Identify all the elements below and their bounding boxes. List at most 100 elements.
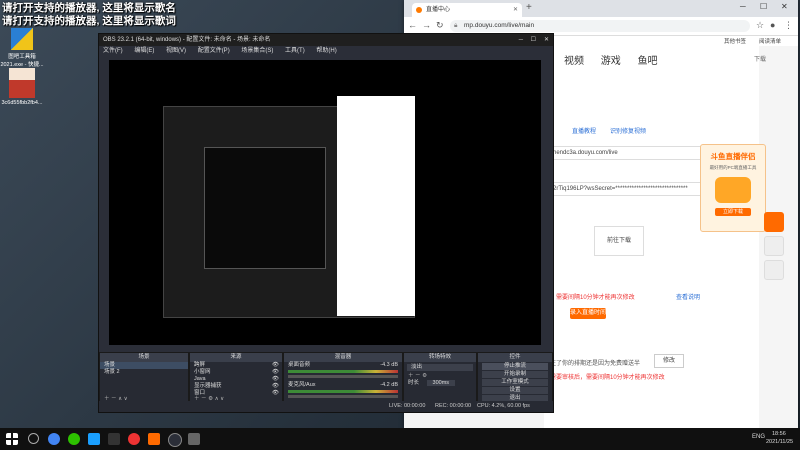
qq-icon[interactable]: [88, 433, 100, 445]
settings-button[interactable]: 设置: [482, 387, 548, 394]
ad-title: 斗鱼直播伴侣: [710, 152, 756, 161]
url-field[interactable]: 🔒︎ mp.douyu.com/live/main: [450, 20, 750, 32]
volume-slider[interactable]: [288, 395, 398, 398]
start-recording-button[interactable]: 开始录制: [482, 371, 548, 378]
douyu-icon[interactable]: [148, 433, 160, 445]
obs-maximize-icon[interactable]: ☐: [531, 34, 536, 46]
obs-menu-file[interactable]: 文件(F): [103, 48, 123, 54]
stream-key-field[interactable]: 2rTiq196LP?wsSecret=********************…: [550, 182, 704, 196]
duration-row: 时长 300ms: [404, 380, 476, 387]
stop-streaming-button[interactable]: 停止推流: [482, 363, 548, 370]
clock-time[interactable]: 18:56: [772, 431, 786, 437]
desktop-icon-label: 图吧工具箱: [8, 54, 36, 60]
close-window-icon[interactable]: ✕: [781, 2, 788, 11]
obs-close-icon[interactable]: ✕: [544, 34, 549, 46]
duration-input[interactable]: 300ms: [426, 380, 456, 386]
obs-menu-edit[interactable]: 编辑(E): [134, 48, 154, 54]
obs-menu-view[interactable]: 视图(V): [166, 48, 186, 54]
source-item[interactable]: Java 👁︎: [190, 376, 282, 383]
mixer-dock: 混音器 桌面音频 -4.3 dB 麦克风/Aux -4.2 dB: [283, 352, 403, 404]
tab-title: 直播中心: [426, 7, 451, 13]
profile-icon[interactable]: ●: [770, 20, 775, 30]
top-nav: 视频 游戏 鱼吧: [564, 52, 658, 67]
source-item[interactable]: 小窗网 👁︎: [190, 369, 282, 376]
close-tab-icon[interactable]: ✕: [513, 3, 518, 17]
app-icon[interactable]: [188, 433, 200, 445]
repair-video-link[interactable]: 识别修复视频: [610, 126, 646, 135]
client-download-button[interactable]: 前往下载: [594, 226, 644, 256]
tutorial-link[interactable]: 直播教程: [572, 126, 596, 135]
obs-menu-profile[interactable]: 配置文件(P): [198, 48, 230, 54]
back-icon[interactable]: ←: [408, 20, 417, 30]
bookmark-reading-list[interactable]: 阅读清单: [759, 37, 781, 45]
remove-icon[interactable]: －: [415, 373, 421, 379]
scene-item[interactable]: 场景: [100, 362, 188, 369]
ad-subtitle: 最好用的PC端直播工具: [709, 165, 757, 170]
obs-preview[interactable]: [109, 60, 541, 345]
source-item[interactable]: 显示器捕获 👁︎: [190, 383, 282, 390]
bookmark-other[interactable]: 其他书签: [724, 37, 746, 45]
minimize-icon[interactable]: ─: [740, 2, 746, 11]
steam-icon[interactable]: [108, 433, 120, 445]
photo-thumbnail-icon: [9, 68, 35, 98]
nav-fishbar[interactable]: 鱼吧: [638, 56, 658, 67]
server-url-field[interactable]: hendc3a.douyu.com/live: [550, 146, 704, 160]
transition-toolbar: ＋ － ⚙: [404, 373, 476, 380]
input-language[interactable]: ENG: [752, 434, 765, 440]
play-side-icon[interactable]: [764, 212, 784, 232]
notice-help-link[interactable]: 查看说明: [676, 292, 700, 301]
download-link[interactable]: 下载: [754, 54, 766, 63]
forward-icon[interactable]: →: [422, 20, 431, 30]
eye-icon[interactable]: 👁︎: [272, 369, 279, 376]
obs-menu-help[interactable]: 帮助(H): [316, 48, 336, 54]
nav-video[interactable]: 视频: [564, 56, 584, 67]
nav-games[interactable]: 游戏: [601, 56, 621, 67]
taskbar: ENG 18:56 2021/11/25: [0, 428, 800, 450]
app-side-icon[interactable]: [764, 260, 784, 280]
eye-icon[interactable]: 👁︎: [272, 390, 279, 397]
eye-icon[interactable]: 👁︎: [272, 383, 279, 390]
modify-button[interactable]: 修改: [654, 354, 684, 368]
netease-music-icon[interactable]: [128, 433, 140, 445]
maximize-icon[interactable]: ☐: [760, 2, 767, 11]
add-icon[interactable]: ＋: [408, 373, 414, 379]
desktop-icon-photo[interactable]: 3c6d55fbb2fb4...: [0, 68, 44, 106]
reload-icon[interactable]: ↻: [436, 20, 444, 31]
lock-icon: 🔒︎: [454, 22, 458, 29]
obs-minimize-icon[interactable]: ─: [519, 34, 523, 46]
source-item[interactable]: 跨屏 👁︎: [190, 362, 282, 369]
browser-tab[interactable]: 直播中心 ✕: [412, 3, 522, 17]
clock-date[interactable]: 2021/11/25: [766, 439, 793, 445]
obs-window: OBS 23.2.1 (64-bit, windows) - 配置文件: 未命名…: [98, 33, 554, 413]
eye-icon[interactable]: 👁︎: [272, 362, 279, 369]
ad-download-button[interactable]: 立即下载: [715, 208, 751, 216]
obs-icon[interactable]: [168, 433, 182, 447]
new-tab-icon[interactable]: +: [526, 2, 532, 13]
obs-titlebar: OBS 23.2.1 (64-bit, windows) - 配置文件: 未命名…: [99, 34, 553, 46]
toolbox-icon: [11, 28, 33, 50]
obs-menu-scene-collection[interactable]: 场景集合(S): [241, 48, 273, 54]
star-icon[interactable]: ☆: [756, 20, 764, 31]
studio-mode-button[interactable]: 工作室模式: [482, 379, 548, 386]
desktop-icon-label: 3c6d55fbb2fb4...: [1, 100, 43, 106]
chrome-icon[interactable]: [48, 433, 60, 445]
transition-select[interactable]: 淡出: [407, 364, 473, 371]
eye-icon[interactable]: 👁︎: [272, 376, 279, 383]
menu-icon[interactable]: ⋮: [784, 20, 793, 31]
record-time-button[interactable]: 录入直播时间: [570, 308, 606, 319]
windows-start-icon[interactable]: [6, 433, 18, 445]
sources-dock: 来源 跨屏 👁︎ 小窗网 👁︎ Java 👁︎ 显示器捕获 👁︎ 窗口 👁︎ ＋ － ⚙ …: [189, 352, 283, 404]
transitions-header: 转场特效: [404, 353, 476, 362]
live-companion-ad[interactable]: 斗鱼直播伴侣 最好用的PC端直播工具 立即下载: [700, 144, 766, 232]
desktop-icon-toolbox[interactable]: 图吧工具箱 2021.exe - 快捷...: [0, 28, 44, 68]
obs-menu-tools[interactable]: 工具(T): [285, 48, 305, 54]
cpu-fps: CPU: 4.2%, 60.00 fps: [477, 403, 530, 409]
home-side-icon[interactable]: [764, 236, 784, 256]
search-icon[interactable]: [28, 433, 39, 444]
volume-slider[interactable]: [288, 375, 398, 378]
notice2-text: 注了你的排期还是因为免费赠送半: [550, 361, 641, 367]
gear-icon[interactable]: ⚙: [422, 373, 427, 379]
scene-item[interactable]: 场景 2: [100, 369, 188, 376]
wechat-icon[interactable]: [68, 433, 80, 445]
page-main: [544, 46, 759, 428]
